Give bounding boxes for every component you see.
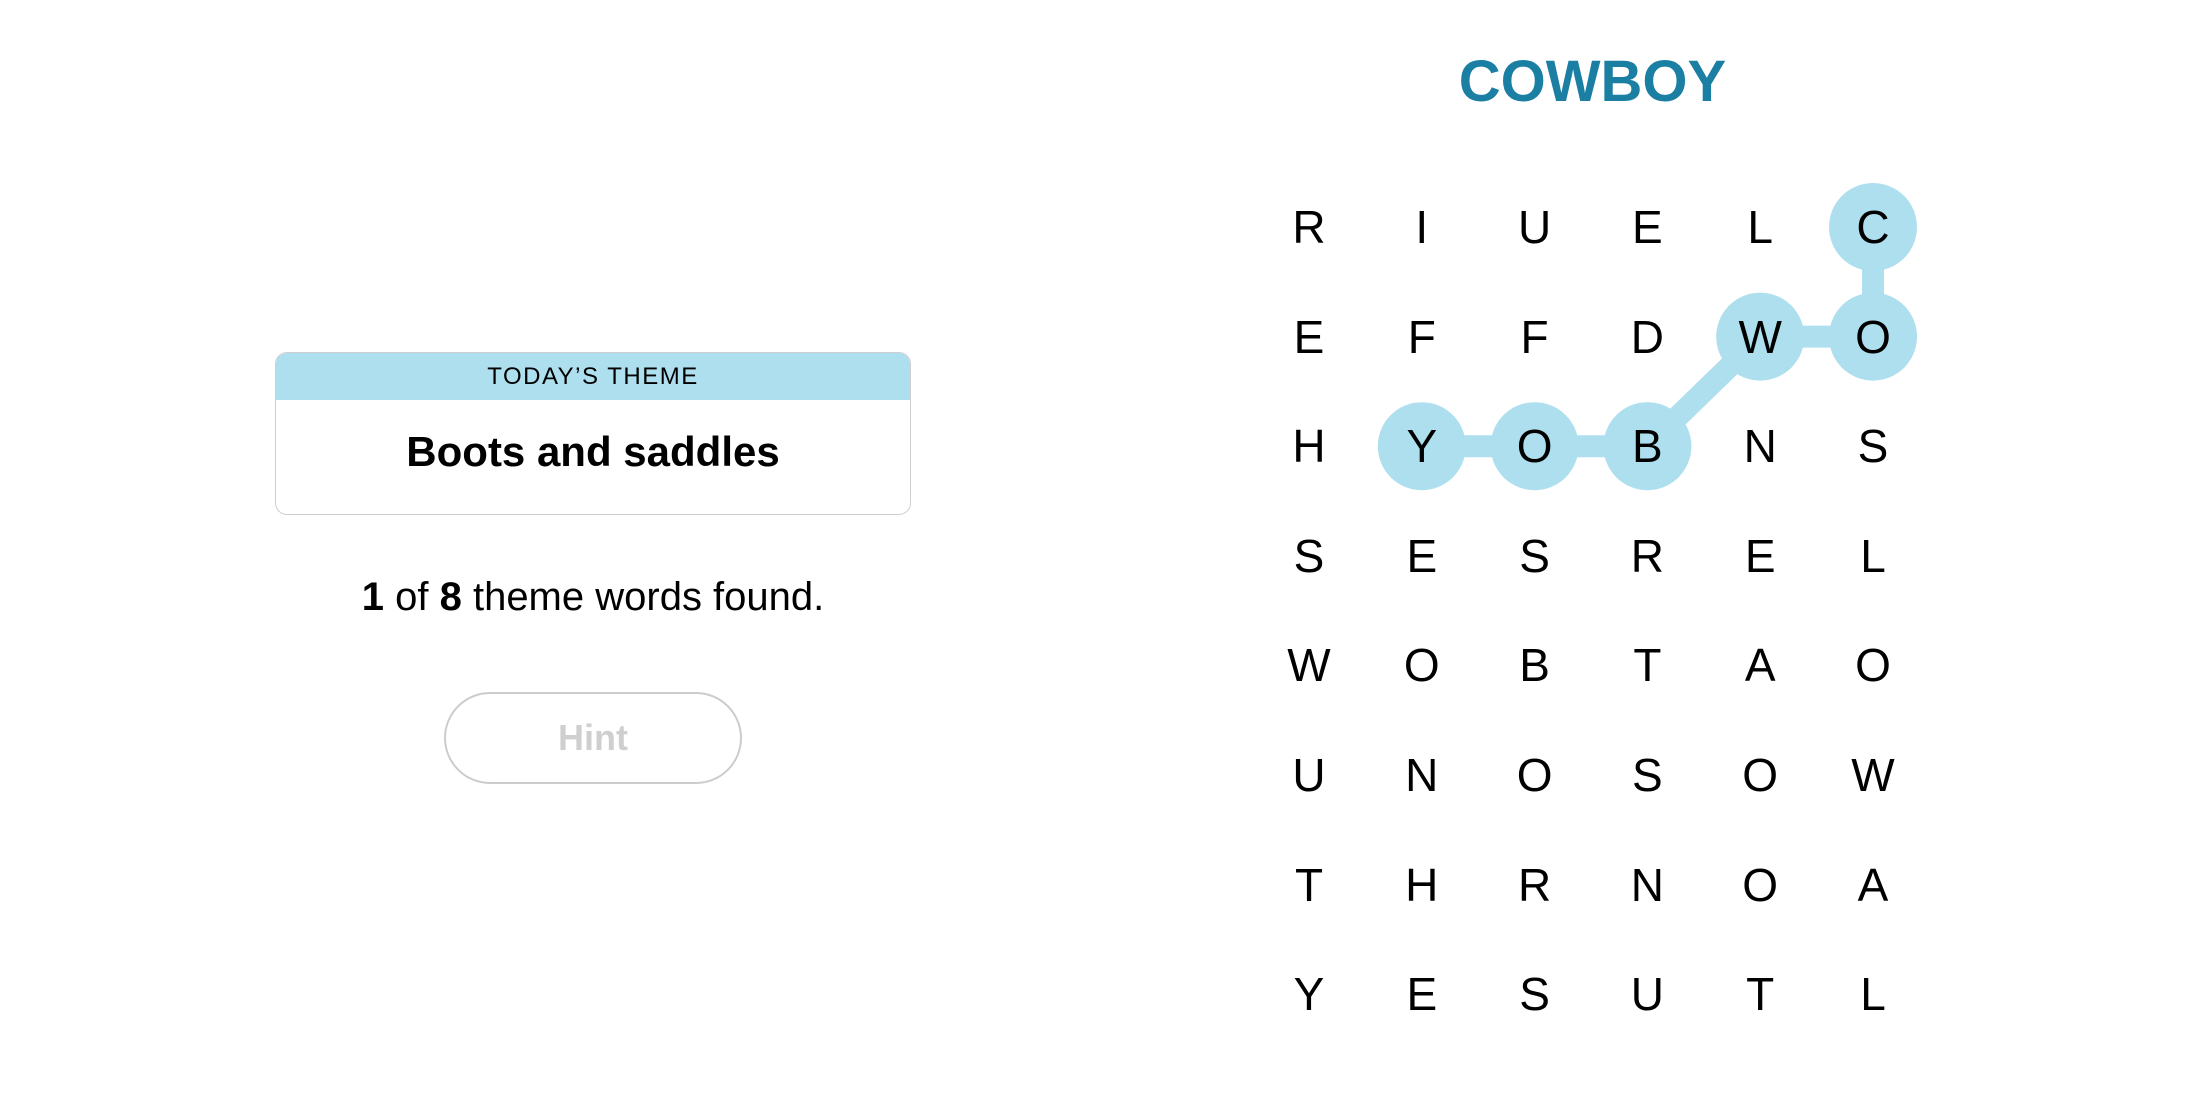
letter-cell[interactable]: U [1485,177,1585,277]
letter-cell[interactable]: N [1372,725,1472,825]
letter-cell[interactable]: U [1597,944,1697,1044]
letter-cell[interactable]: Y [1372,396,1472,496]
letter-cell[interactable]: O [1823,287,1923,387]
letter-cell[interactable]: E [1597,177,1697,277]
letter-cell[interactable]: B [1597,396,1697,496]
letter-cell[interactable]: O [1710,835,1810,935]
letter-grid: RIUELCEFFDWOHYOBNSSESRELWOBTAOUNOSOWTHRN… [0,0,2200,1100]
letter-cell[interactable]: E [1372,944,1472,1044]
letter-cell[interactable]: U [1259,725,1359,825]
letter-cell[interactable]: Y [1259,944,1359,1044]
letter-cell[interactable]: N [1710,396,1810,496]
letter-cell[interactable]: L [1710,177,1810,277]
letter-cell[interactable]: L [1823,506,1923,606]
letter-cell[interactable]: F [1485,287,1585,387]
letter-cell[interactable]: T [1259,835,1359,935]
letter-cell[interactable]: S [1259,506,1359,606]
letter-cell[interactable]: S [1597,725,1697,825]
letter-cell[interactable]: B [1485,615,1585,715]
letter-cell[interactable]: A [1823,835,1923,935]
letter-cell[interactable]: D [1597,287,1697,387]
letter-cell[interactable]: C [1823,177,1923,277]
letter-cell[interactable]: T [1710,944,1810,1044]
letter-cell[interactable]: R [1485,835,1585,935]
letter-cell[interactable]: O [1710,725,1810,825]
letter-cell[interactable]: A [1710,615,1810,715]
letter-cell[interactable]: E [1710,506,1810,606]
letter-cell[interactable]: N [1597,835,1697,935]
letter-cell[interactable]: S [1485,506,1585,606]
letter-cell[interactable]: W [1710,287,1810,387]
letter-cell[interactable]: H [1259,396,1359,496]
letter-cell[interactable]: W [1823,725,1923,825]
letter-cell[interactable]: O [1485,396,1585,496]
letter-cell[interactable]: T [1597,615,1697,715]
letter-cell[interactable]: O [1372,615,1472,715]
letter-cell[interactable]: F [1372,287,1472,387]
letter-cell[interactable]: E [1372,506,1472,606]
letter-cell[interactable]: I [1372,177,1472,277]
letter-cell[interactable]: H [1372,835,1472,935]
letter-cell[interactable]: R [1597,506,1697,606]
letter-cell[interactable]: W [1259,615,1359,715]
letter-cell[interactable]: E [1259,287,1359,387]
letter-cell[interactable]: O [1823,615,1923,715]
letter-cell[interactable]: O [1485,725,1585,825]
letter-cell[interactable]: S [1823,396,1923,496]
letter-cell[interactable]: R [1259,177,1359,277]
letter-cell[interactable]: S [1485,944,1585,1044]
letter-cell[interactable]: L [1823,944,1923,1044]
